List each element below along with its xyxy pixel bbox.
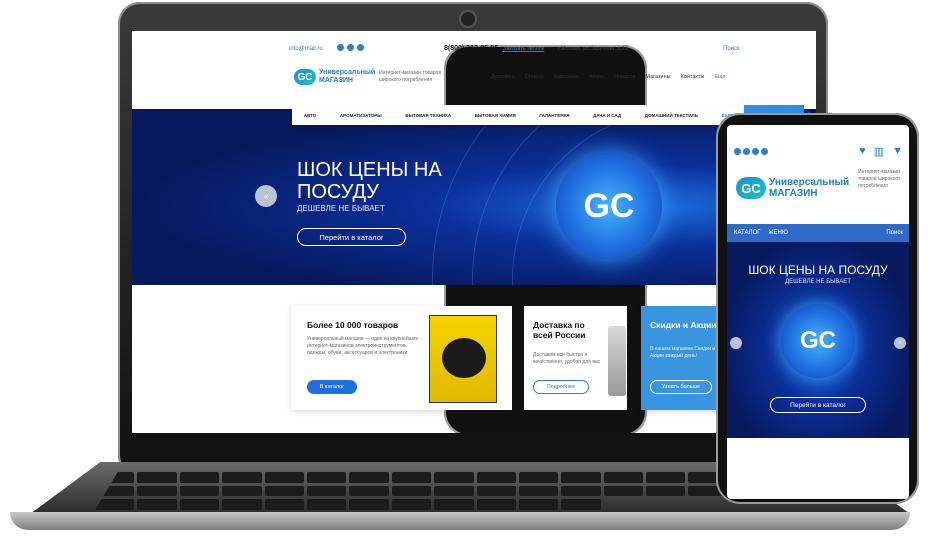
topbar: info@mail.ru 8(800) 212-85-06 Заказать з… bbox=[132, 31, 816, 433]
mail-icon[interactable] bbox=[761, 148, 768, 155]
logo-mark: GC bbox=[736, 177, 766, 199]
compare-icon[interactable]: ▥ bbox=[874, 145, 884, 158]
promo-card-delivery: Доставка по всей России Доставим всё быс… bbox=[524, 306, 627, 410]
nav-item[interactable]: Магазины bbox=[645, 74, 670, 80]
search-link[interactable]: Поиск bbox=[723, 46, 740, 52]
nav-item[interactable]: Новости bbox=[614, 74, 635, 80]
main-header: GC Универсальный МАГАЗИН Интернет-магази… bbox=[132, 65, 816, 105]
hero-prev-arrow[interactable]: « bbox=[255, 185, 277, 207]
category-item[interactable]: БЫТОВАЯ ТЕХНИКА bbox=[405, 113, 451, 118]
category-item[interactable]: АВТО bbox=[304, 113, 316, 118]
hero-subtitle: ДЕШЕВЛЕ НЕ БЫВАЕТ bbox=[297, 204, 385, 213]
logo-line1: Универсальный bbox=[769, 177, 850, 188]
logo-line2: МАГАЗИН bbox=[319, 77, 353, 84]
laptop-camera bbox=[461, 12, 475, 26]
callback-link[interactable]: Заказать звонок bbox=[503, 46, 544, 52]
heart-icon[interactable]: ♥ bbox=[859, 145, 866, 158]
nav-item[interactable]: Оплата bbox=[525, 74, 544, 80]
cart-icon[interactable]: ▼ bbox=[892, 145, 903, 158]
telegram-icon[interactable] bbox=[357, 44, 364, 51]
phone-logo[interactable]: GC Универсальный МАГАЗИН bbox=[736, 177, 849, 199]
nav-item[interactable]: Контакты bbox=[681, 74, 705, 80]
category-item[interactable]: ДАЧА И САД bbox=[593, 113, 621, 118]
phone-search-button[interactable]: Поиск bbox=[886, 230, 903, 236]
phone-tagline: Интернет-магазин товаров широкого потреб… bbox=[858, 169, 900, 189]
category-bar: АВТО АРОМАТИЗАТОРЫ БЫТОВАЯ ТЕХНИКА БЫТОВ… bbox=[292, 105, 744, 125]
phone-nav-bar: КАТАЛОГ МЕНЮ Поиск bbox=[727, 224, 909, 242]
site-logo[interactable]: GC Универсальный МАГАЗИН bbox=[294, 69, 375, 85]
email-link[interactable]: info@mail.ru bbox=[289, 46, 323, 52]
address-text: г.Москва, ул.Заречная, д.12 bbox=[558, 46, 629, 52]
logo-line2: МАГАЗИН bbox=[769, 188, 818, 199]
category-item[interactable]: АРОМАТИЗАТОРЫ bbox=[340, 113, 382, 118]
whatsapp-icon[interactable] bbox=[734, 148, 741, 155]
category-item[interactable]: БЫТОВАЯ ХИМИЯ bbox=[475, 113, 516, 118]
phone-topbar: ♥ ▥ ▼ bbox=[727, 145, 909, 161]
logo-text: Универсальный МАГАЗИН bbox=[319, 69, 375, 85]
card-text: В нашем магазине Скидки и Акции каждый д… bbox=[650, 346, 716, 359]
phone-hero-button[interactable]: Перейти в каталог bbox=[770, 397, 866, 413]
nav-more[interactable]: Еще bbox=[714, 74, 725, 80]
card-title: Более 10 000 товаров bbox=[307, 320, 399, 330]
blender-product-image bbox=[608, 326, 626, 396]
phone-next-arrow[interactable]: › bbox=[894, 337, 906, 349]
logo-text: Универсальный МАГАЗИН bbox=[769, 177, 849, 199]
card-more-button[interactable]: Подробнее bbox=[533, 380, 589, 394]
card-text: Доставим всё быстро и качественно, удобн… bbox=[533, 352, 601, 365]
phone-social-icons bbox=[734, 148, 768, 155]
main-nav: Доставка Оплата Компания Акции Новости М… bbox=[491, 74, 726, 80]
card-learn-more-button[interactable]: Узнать больше bbox=[650, 380, 712, 394]
laptop-base-edge bbox=[10, 512, 910, 530]
phone-hero: ШОК ЦЕНЫ НА ПОСУДУ ДЕШЕВЛЕ НЕ БЫВАЕТ GC … bbox=[727, 242, 909, 438]
phone-hero-title: ШОК ЦЕНЫ НА ПОСУДУ bbox=[748, 263, 888, 277]
logo-mark: GC bbox=[294, 69, 316, 85]
nav-item[interactable]: Компания bbox=[554, 74, 579, 80]
telegram-icon[interactable] bbox=[752, 148, 759, 155]
social-icons bbox=[337, 44, 364, 51]
hero-catalog-button[interactable]: Перейти в каталог bbox=[297, 228, 406, 246]
whatsapp-icon[interactable] bbox=[337, 44, 344, 51]
category-item[interactable]: ДОМАШНИЙ ТЕКСТИЛЬ bbox=[645, 113, 698, 118]
phone-catalog-button[interactable]: КАТАЛОГ bbox=[734, 230, 760, 236]
phone-hero-logo: GC bbox=[781, 304, 855, 378]
card-catalog-button[interactable]: В каталог bbox=[307, 380, 357, 394]
laptop-screen: info@mail.ru 8(800) 212-85-06 Заказать з… bbox=[132, 31, 816, 433]
nav-item[interactable]: Доставка bbox=[491, 74, 515, 80]
headphones-product-image bbox=[429, 315, 497, 403]
phone-menu-button[interactable]: МЕНЮ bbox=[768, 230, 787, 236]
headphones-icon bbox=[442, 338, 486, 378]
logo-line1: Универсальный bbox=[319, 69, 376, 76]
device-mockup: info@mail.ru 8(800) 212-85-06 Заказать з… bbox=[0, 0, 939, 536]
card-title: Доставка по всей России bbox=[533, 320, 586, 340]
tagline: Интернет-магазин товаров широкого потреб… bbox=[379, 70, 441, 83]
phone-hero-subtitle: ДЕШЕВЛЕ НЕ БЫВАЕТ bbox=[785, 279, 851, 285]
hero-logo-emblem: GC bbox=[556, 153, 662, 259]
hero-title: ШОК ЦЕНЫ НА ПОСУДУ bbox=[297, 159, 442, 203]
skype-icon[interactable] bbox=[347, 44, 354, 51]
card-text: Универсальный магазин — один из крупнейш… bbox=[307, 336, 419, 356]
category-item[interactable]: ГАЛАНТЕРЕЯ bbox=[539, 113, 569, 118]
phone-action-icons: ♥ ▥ ▼ bbox=[859, 145, 903, 158]
phone-prev-arrow[interactable]: ‹ bbox=[730, 337, 742, 349]
hero-banner: GC ШОК ЦЕНЫ НА ПОСУДУ ДЕШЕВЛЕ НЕ БЫВАЕТ … bbox=[132, 109, 816, 285]
skype-icon[interactable] bbox=[743, 148, 750, 155]
nav-item[interactable]: Акции bbox=[589, 74, 604, 80]
promo-card-catalog: Более 10 000 товаров Универсальный магаз… bbox=[291, 306, 512, 410]
phone-screen: ♥ ▥ ▼ GC Универсальный МАГАЗИН Интернет-… bbox=[727, 125, 909, 499]
